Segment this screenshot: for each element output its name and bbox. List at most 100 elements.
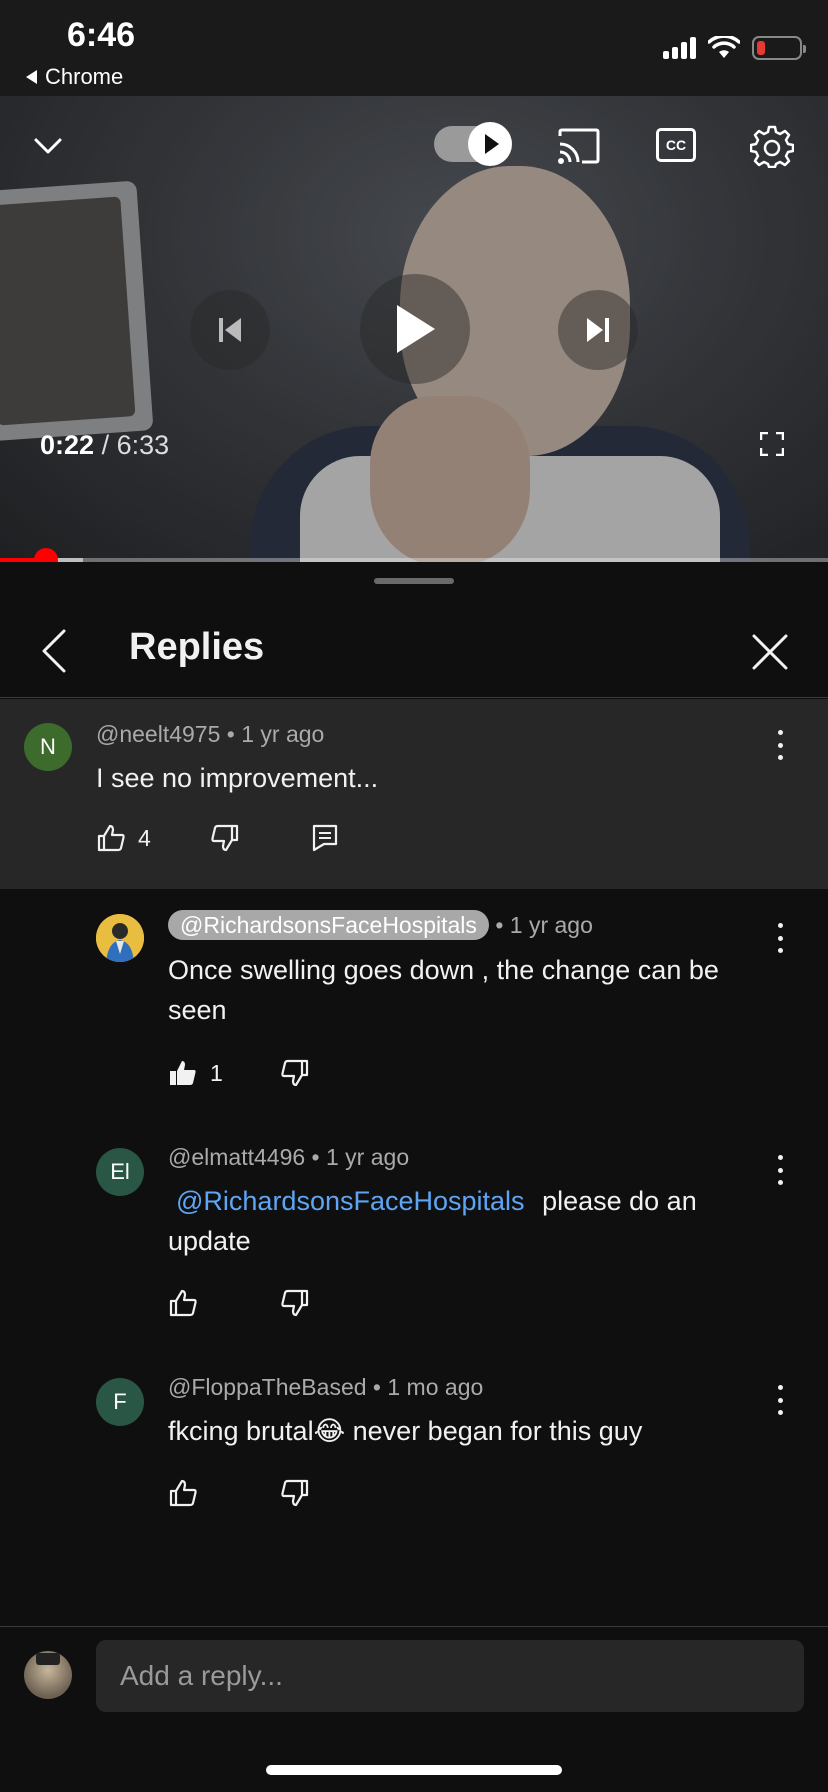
like-button[interactable]: 4 xyxy=(96,823,151,853)
time-separator: / xyxy=(101,430,110,460)
like-count: 4 xyxy=(138,824,151,851)
comment-text-line: update xyxy=(168,1226,251,1256)
dislike-button[interactable] xyxy=(280,1288,310,1318)
thumbs-down-icon xyxy=(211,824,239,852)
gear-icon xyxy=(749,125,795,169)
avatar[interactable] xyxy=(96,914,144,962)
cc-icon: CC xyxy=(665,137,687,153)
comment-text-part: please do an xyxy=(542,1186,697,1216)
like-button[interactable]: 1 xyxy=(168,1058,223,1088)
chevron-down-icon xyxy=(34,138,62,154)
comment-meta: @neelt4975 • 1 yr ago xyxy=(96,721,324,748)
close-button[interactable] xyxy=(750,632,790,672)
play-button[interactable] xyxy=(360,274,470,384)
play-icon xyxy=(468,122,512,166)
comment-author[interactable]: @elmatt4496 xyxy=(168,1144,305,1170)
time-display: 0:22 / 6:33 xyxy=(40,430,169,461)
my-avatar[interactable] xyxy=(24,1651,72,1699)
replies-panel: Replies N @neelt4975 • 1 yr ago I see no… xyxy=(0,562,828,1792)
thumbs-down-icon xyxy=(281,1479,309,1507)
captions-button[interactable]: CC xyxy=(656,128,696,162)
reply-input[interactable] xyxy=(96,1640,804,1712)
more-options-button[interactable] xyxy=(775,923,785,953)
comment-meta: @RichardsonsFaceHospitals • 1 yr ago xyxy=(168,910,593,940)
battery-icon xyxy=(752,36,806,60)
comment-text: @RichardsonsFaceHospitals please do an u… xyxy=(168,1181,697,1261)
video-player[interactable]: CC 0:22 / 6:33 xyxy=(0,96,828,562)
comment-author[interactable]: @neelt4975 xyxy=(96,721,220,747)
previous-video-button[interactable] xyxy=(190,290,270,370)
settings-button[interactable] xyxy=(749,124,795,169)
status-icons xyxy=(663,36,806,60)
meta-dot: • xyxy=(372,1374,388,1400)
avatar[interactable]: El xyxy=(96,1148,144,1196)
thumbs-up-icon xyxy=(169,1289,197,1317)
comment-text: fkcing brutal😂 never began for this guy xyxy=(168,1411,642,1451)
reply-button[interactable] xyxy=(312,823,338,853)
panel-header: Replies xyxy=(0,602,828,698)
creator-author-chip[interactable]: @RichardsonsFaceHospitals xyxy=(168,910,489,940)
back-button[interactable] xyxy=(38,628,70,674)
comment-text-line: Once swelling goes down , the change can… xyxy=(168,955,719,985)
cast-icon xyxy=(558,128,600,164)
duration: 6:33 xyxy=(116,430,170,460)
comment-meta: @FloppaTheBased • 1 mo ago xyxy=(168,1374,483,1401)
comment-text-part: fkcing brutal xyxy=(168,1416,314,1446)
fullscreen-icon xyxy=(759,431,785,457)
comment-text-part: never began for this guy xyxy=(345,1416,643,1446)
comment-time: 1 mo ago xyxy=(387,1374,484,1400)
comment-time: 1 yr ago xyxy=(241,721,325,747)
doctor-avatar-icon xyxy=(96,914,144,962)
more-options-button[interactable] xyxy=(775,1155,785,1185)
mention-link[interactable]: @RichardsonsFaceHospitals xyxy=(176,1186,525,1216)
avatar-letter: F xyxy=(113,1389,127,1414)
meta-dot: • xyxy=(495,912,510,938)
comment-author[interactable]: @FloppaTheBased xyxy=(168,1374,367,1400)
comment-meta: @elmatt4496 • 1 yr ago xyxy=(168,1144,409,1171)
panel-title: Replies xyxy=(129,626,265,668)
dislike-button[interactable] xyxy=(280,1478,310,1508)
autoplay-toggle[interactable] xyxy=(434,122,512,166)
home-indicator[interactable] xyxy=(266,1765,562,1775)
comment-text: Once swelling goes down , the change can… xyxy=(168,950,719,1030)
laughing-emoji-icon: 😂 xyxy=(313,1416,346,1446)
thumbs-down-icon xyxy=(281,1059,309,1087)
cast-button[interactable] xyxy=(556,126,602,166)
comment-text-line: seen xyxy=(168,995,227,1025)
previous-icon xyxy=(219,318,241,342)
thumbs-up-icon xyxy=(97,824,125,852)
thumbs-down-icon xyxy=(281,1289,309,1317)
more-options-button[interactable] xyxy=(775,730,785,760)
thumbs-up-icon xyxy=(169,1479,197,1507)
status-time: 6:46 xyxy=(67,16,136,54)
chevron-left-icon xyxy=(42,629,66,673)
comment-text: I see no improvement... xyxy=(96,763,379,793)
avatar-letter: El xyxy=(110,1159,130,1184)
next-icon xyxy=(587,318,609,342)
more-options-button[interactable] xyxy=(775,1385,785,1415)
back-app-label: Chrome xyxy=(45,64,124,89)
parent-comment: N @neelt4975 • 1 yr ago I see no improve… xyxy=(0,699,828,889)
like-button[interactable] xyxy=(168,1478,198,1508)
dislike-button[interactable] xyxy=(210,823,240,853)
status-bar: 6:46 Chrome xyxy=(0,0,828,96)
wifi-icon xyxy=(708,36,740,58)
comment-icon xyxy=(312,824,338,852)
back-to-app-link[interactable]: Chrome xyxy=(26,64,123,90)
dislike-button[interactable] xyxy=(280,1058,310,1088)
fullscreen-button[interactable] xyxy=(759,431,785,457)
meta-dot: • xyxy=(311,1144,326,1170)
meta-dot: • xyxy=(226,721,242,747)
like-count: 1 xyxy=(210,1059,223,1086)
avatar[interactable]: N xyxy=(24,723,72,771)
minimize-player-button[interactable] xyxy=(28,126,68,166)
cellular-signal-icon xyxy=(663,37,696,59)
next-video-button[interactable] xyxy=(558,290,638,370)
close-icon xyxy=(752,634,788,670)
avatar-letter: N xyxy=(40,734,56,759)
drag-handle[interactable] xyxy=(374,578,454,584)
comment-time: 1 yr ago xyxy=(509,912,593,938)
like-button[interactable] xyxy=(168,1288,198,1318)
reply-composer xyxy=(0,1626,828,1792)
avatar[interactable]: F xyxy=(96,1378,144,1426)
